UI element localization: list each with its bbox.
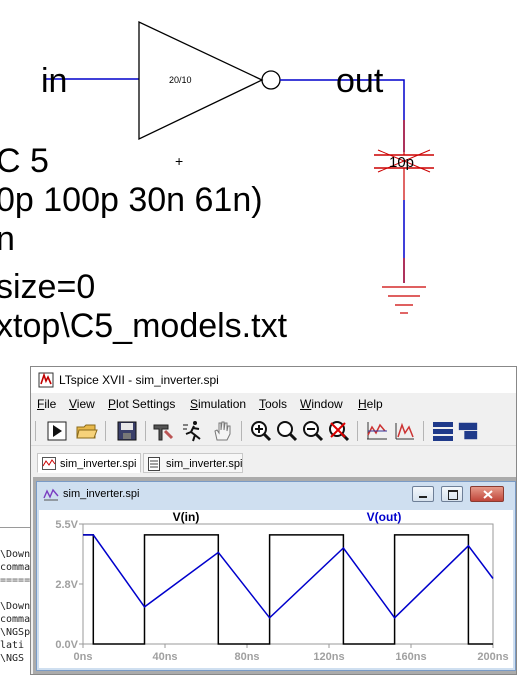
console-line: ===== — [0, 575, 31, 586]
tab-label: sim_inverter.spi — [166, 458, 243, 470]
y-tick-label: 0.0V — [55, 639, 78, 651]
tab-netlist[interactable]: sim_inverter.spi — [143, 453, 243, 473]
toolbar-separator — [241, 421, 242, 441]
spice-directive-line-3[interactable]: n — [0, 220, 15, 258]
inverter-bubble — [261, 70, 281, 90]
autorange-icon[interactable] — [365, 419, 389, 443]
x-tick-label: 120ns — [313, 651, 344, 663]
document-tabs: sim_inverter.spi sim_inverter.spi — [31, 451, 516, 475]
ltspice-window: LTspice XVII - sim_inverter.spi File Vie… — [30, 366, 517, 675]
maximize-icon — [448, 490, 458, 500]
net-label-in[interactable]: in — [41, 62, 67, 100]
plot-window-title: sim_inverter.spi — [63, 488, 140, 500]
waveform-chart[interactable]: 0.0V 2.8V 5.5V 0ns 40ns 80ns 120ns 160ns 200ns V(… — [39, 510, 513, 668]
spice-directive-line-2[interactable]: 0p 100p 30n 61n) — [0, 181, 263, 219]
menu-bar: File View Plot Settings Simulation Tools… — [31, 394, 516, 414]
x-tick-label: 80ns — [234, 651, 259, 663]
netlist-icon — [148, 457, 160, 471]
close-button[interactable] — [470, 486, 504, 502]
ltspice-app-icon — [38, 372, 54, 388]
background-console-window[interactable]: \Down comma ===== \Down comma \NGSp lati… — [0, 527, 34, 676]
minimize-button[interactable] — [412, 486, 434, 502]
spice-directive-line-4[interactable]: size=0 — [0, 268, 95, 306]
console-line: \NGS — [0, 653, 25, 664]
plot-area[interactable]: 0.0V 2.8V 5.5V 0ns 40ns 80ns 120ns 160ns 200ns V(… — [39, 510, 513, 668]
plot-window-icon — [43, 488, 59, 501]
console-line: \Down — [0, 601, 31, 612]
console-line: lati — [0, 640, 25, 651]
console-line: comma — [0, 562, 31, 573]
run-icon[interactable] — [45, 419, 69, 443]
menu-tools[interactable]: Tools — [259, 397, 287, 411]
minimize-icon — [419, 496, 427, 498]
fft-icon[interactable] — [393, 419, 417, 443]
window-title: LTspice XVII - sim_inverter.spi — [59, 373, 219, 387]
series-line-vin[interactable] — [83, 534, 493, 645]
toolbar-separator — [145, 421, 146, 441]
toolbar-separator — [105, 421, 106, 441]
mdi-area: sim_inverter.spi 0.0V 2.8V 5.5V 0ns 40ns 80ns… — [33, 477, 516, 674]
legend-vout[interactable]: V(out) — [367, 510, 402, 524]
menu-simulation[interactable]: Simulation — [190, 397, 246, 411]
waveform-icon — [42, 457, 56, 470]
x-tick-label: 160ns — [395, 651, 426, 663]
menu-plot-settings[interactable]: Plot Settings — [108, 397, 175, 411]
pan-icon[interactable] — [211, 419, 235, 443]
console-line: \Down — [0, 549, 31, 560]
halt-icon[interactable] — [181, 419, 205, 443]
zoom-in-icon[interactable] — [249, 419, 273, 443]
y-tick-label: 5.5V — [55, 519, 78, 531]
y-tick-label: 2.8V — [55, 579, 78, 591]
save-icon[interactable] — [115, 419, 139, 443]
spice-directive-line-5[interactable]: xtop\C5_models.txt — [0, 307, 288, 345]
zoom-cancel-icon[interactable] — [327, 419, 351, 443]
toolbar-separator — [35, 421, 36, 441]
menu-file[interactable]: File — [37, 397, 56, 411]
menu-view[interactable]: View — [69, 397, 95, 411]
zoom-area-icon[interactable] — [275, 419, 299, 443]
net-label-out[interactable]: out — [336, 62, 384, 100]
zoom-out-icon[interactable] — [301, 419, 325, 443]
legend-vin[interactable]: V(in) — [173, 510, 200, 524]
title-bar[interactable]: LTspice XVII - sim_inverter.spi — [31, 367, 516, 393]
open-icon[interactable] — [75, 419, 99, 443]
cap-value[interactable]: 10p — [389, 154, 414, 171]
toolbar-separator — [357, 421, 358, 441]
inverter-label: 20/10 — [169, 75, 192, 85]
menu-window[interactable]: Window — [300, 397, 343, 411]
crosshair: + — [175, 153, 183, 169]
spice-directive-line-1[interactable]: C 5 — [0, 142, 49, 180]
menu-help[interactable]: Help — [358, 397, 383, 411]
tab-label: sim_inverter.spi — [60, 458, 137, 470]
close-icon — [483, 490, 493, 499]
control-panel-icon[interactable] — [151, 419, 175, 443]
inverter-symbol[interactable] — [138, 20, 264, 141]
console-line: \NGSp — [0, 627, 31, 638]
tab-waveform[interactable]: sim_inverter.spi — [37, 453, 141, 473]
toolbar-separator — [423, 421, 424, 441]
maximize-button[interactable] — [441, 486, 463, 502]
tile-vertical-icon[interactable] — [457, 419, 479, 443]
plot-window: sim_inverter.spi 0.0V 2.8V 5.5V 0ns 40ns 80ns… — [36, 481, 516, 671]
tile-horizontal-icon[interactable] — [431, 419, 455, 443]
x-tick-label: 200ns — [477, 651, 508, 663]
toolbar — [31, 417, 516, 446]
x-tick-label: 40ns — [152, 651, 177, 663]
console-line: comma — [0, 614, 31, 625]
x-tick-label: 0ns — [74, 651, 93, 663]
